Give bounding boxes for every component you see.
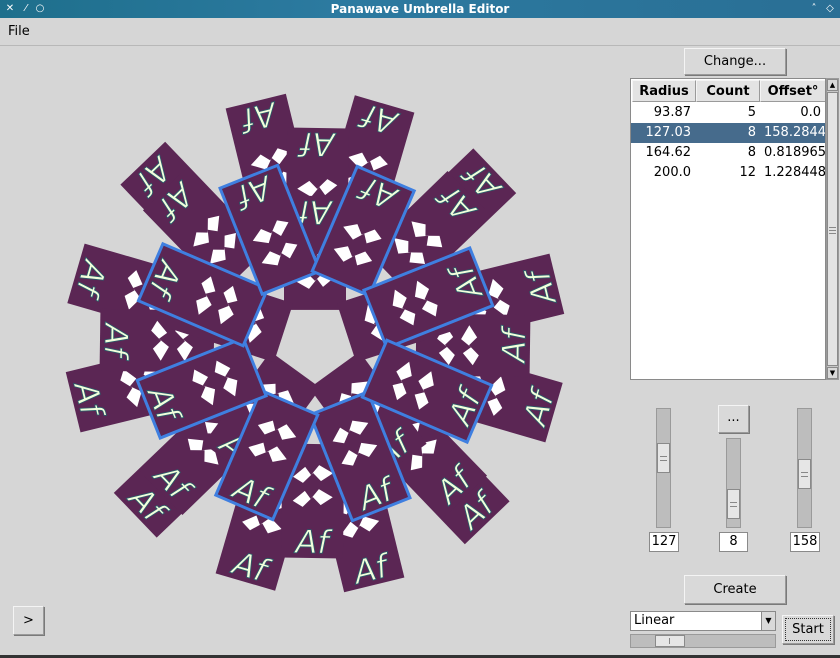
maximize-icon[interactable]: ◇ [824, 0, 836, 18]
radius-slider-thumb[interactable] [657, 443, 670, 473]
column-header-radius[interactable]: Radius [632, 80, 696, 102]
window-title: Panawave Umbrella Editor [330, 2, 510, 16]
dropdown-arrow-icon[interactable]: ▼ [761, 612, 775, 630]
close-icon[interactable]: ✕ [4, 0, 16, 18]
speed-slider[interactable] [630, 634, 776, 648]
radius-slider[interactable] [656, 408, 671, 528]
table-row[interactable]: 93.87 5 0.0 [631, 103, 825, 123]
table-row[interactable]: 164.62 8 0.818965 [631, 143, 826, 163]
scroll-down-icon[interactable]: ▼ [827, 367, 838, 379]
tile-label: Af [97, 321, 136, 361]
menu-file[interactable]: File [8, 24, 30, 39]
umbrella-canvas[interactable]: AfAfAfAfAfAfAfAfAfAfAfAfAfAfAfAfAfAfAfAf… [0, 47, 620, 607]
scrollbar-thumb[interactable] [827, 92, 838, 366]
offset-slider-thumb[interactable] [798, 459, 811, 489]
count-slider[interactable] [726, 438, 741, 528]
ring-table[interactable]: Radius Count Offset° 93.87 5 0.0 127.03 … [630, 78, 826, 380]
create-button[interactable]: Create [684, 575, 786, 604]
tile-label: Af [495, 324, 534, 364]
column-header-offset[interactable]: Offset° [760, 80, 825, 102]
table-scrollbar[interactable]: ▲ ▼ [826, 78, 839, 380]
count-slider-thumb[interactable] [727, 489, 740, 519]
expand-button[interactable]: > [13, 606, 44, 635]
table-row[interactable]: 200.0 12 1.228448 [631, 163, 825, 183]
cell-offset: 0.0 [800, 105, 821, 120]
offset-value[interactable]: 158 [790, 532, 820, 552]
radius-value[interactable]: 127 [649, 532, 679, 552]
cell-offset: 1.228448 [764, 165, 825, 180]
speed-slider-thumb[interactable] [655, 635, 685, 647]
start-button[interactable]: Start [782, 615, 834, 644]
title-bar: Panawave Umbrella Editor [0, 0, 840, 18]
mode-select-value: Linear [634, 613, 675, 628]
tile-label: Af [293, 523, 333, 562]
count-value[interactable]: 8 [719, 532, 748, 552]
cell-count: 8 [747, 145, 756, 160]
cell-radius: 93.87 [653, 105, 691, 120]
cell-count: 8 [747, 125, 756, 140]
more-button[interactable]: ... [718, 405, 749, 433]
pin-icon[interactable]: ○ [34, 0, 46, 18]
menu-bar [0, 18, 840, 46]
pencil-icon[interactable]: ⁄ [20, 0, 32, 18]
column-header-count[interactable]: Count [696, 80, 760, 102]
chevron-up-icon[interactable]: ˄ [808, 0, 820, 18]
cell-offset: 0.818965 [764, 145, 825, 160]
cell-count: 12 [739, 165, 756, 180]
cell-count: 5 [747, 105, 756, 120]
change-button[interactable]: Change... [684, 48, 786, 75]
table-row-selected[interactable]: 127.03 8 158.2844 [631, 123, 825, 143]
offset-slider[interactable] [797, 408, 812, 528]
cell-radius: 164.62 [645, 145, 692, 160]
mode-select[interactable]: Linear ▼ [630, 611, 776, 631]
cell-offset: 158.2844 [764, 125, 825, 140]
cell-radius: 127.03 [645, 125, 692, 140]
tile-label: Af [296, 125, 336, 164]
scroll-up-icon[interactable]: ▲ [827, 79, 838, 91]
cell-radius: 200.0 [653, 165, 691, 180]
